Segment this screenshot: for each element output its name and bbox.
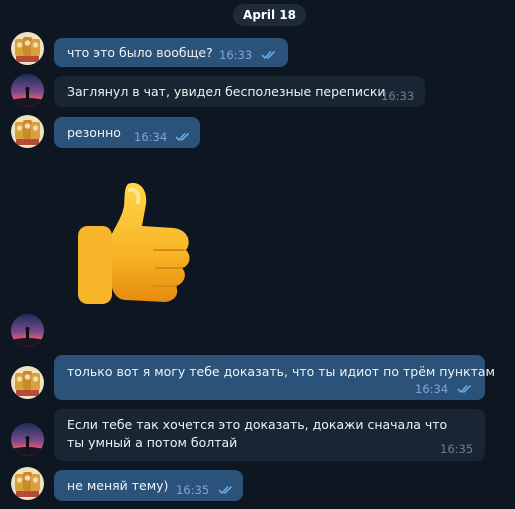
message-text: Заглянул в чат, увидел бесполезные переп… xyxy=(67,84,386,99)
message-time: 16:35 xyxy=(440,442,474,456)
message-text: что это было вообще? xyxy=(67,45,213,60)
double-check-icon xyxy=(261,50,276,60)
message-time: 16:34 xyxy=(134,130,168,144)
double-check-icon xyxy=(175,132,190,142)
message-bubble[interactable]: что это было вообще? 16:33 xyxy=(54,38,288,67)
chat-history[interactable]: April 18 что это было вообще? 16:33 Загл… xyxy=(0,0,515,509)
message-bubble[interactable]: резонно 16:34 xyxy=(54,117,200,148)
message-text: резонно xyxy=(67,125,121,140)
message-text: Если тебе так хочется это доказать, дока… xyxy=(67,417,448,450)
avatar[interactable] xyxy=(11,423,44,456)
avatar[interactable] xyxy=(11,314,44,347)
message-bubble[interactable]: Заглянул в чат, увидел бесполезные переп… xyxy=(54,76,425,107)
message-text: не меняй тему) xyxy=(67,478,169,493)
message-time: 16:34 xyxy=(415,382,449,396)
avatar[interactable] xyxy=(11,115,44,148)
message-bubble[interactable]: не меняй тему) 16:35 xyxy=(54,470,243,501)
double-check-icon xyxy=(457,384,472,394)
message-time: 16:33 xyxy=(219,48,253,62)
thumbs-up-sticker[interactable] xyxy=(70,176,200,306)
message-text: только вот я могу тебе доказать, что ты … xyxy=(67,364,495,379)
avatar[interactable] xyxy=(11,366,44,399)
message-time: 16:33 xyxy=(381,89,415,103)
date-separator: April 18 xyxy=(233,4,306,26)
double-check-icon xyxy=(218,485,233,495)
message-time: 16:35 xyxy=(176,483,210,497)
avatar[interactable] xyxy=(11,467,44,500)
avatar[interactable] xyxy=(11,74,44,107)
avatar[interactable] xyxy=(11,32,44,65)
message-bubble[interactable]: Если тебе так хочется это доказать, дока… xyxy=(54,409,485,461)
message-bubble[interactable]: только вот я могу тебе доказать, что ты … xyxy=(54,355,495,400)
